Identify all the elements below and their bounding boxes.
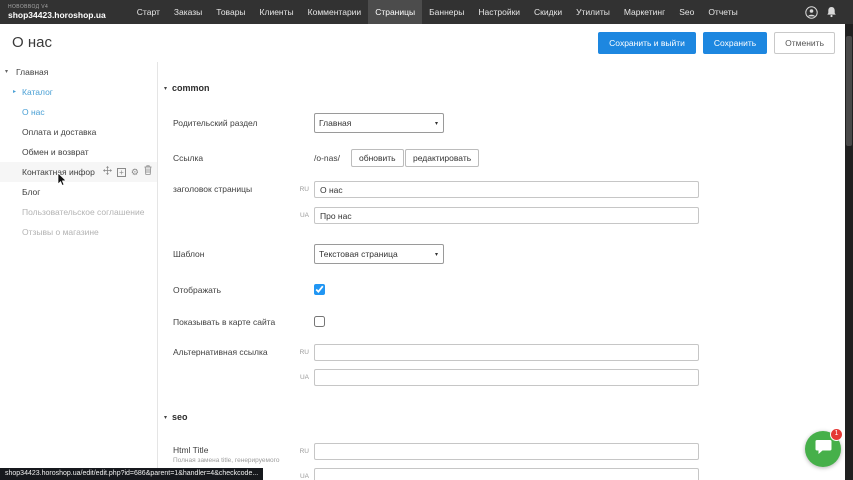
nav-item-orders[interactable]: Заказы — [167, 0, 209, 24]
display-label: Отображать — [173, 284, 221, 296]
page-title-ua-input[interactable] — [314, 207, 699, 224]
scrollbar-thumb[interactable] — [846, 36, 852, 146]
user-avatar-icon[interactable] — [805, 6, 818, 19]
tree-item-label: О нас — [22, 107, 45, 117]
html-title-hint: Полная замена title, генерируемого — [173, 457, 279, 464]
nav-item-pages[interactable]: Страницы — [368, 0, 422, 24]
page-edit-form: ▾ common Родительский раздел Главная ▾ С… — [159, 62, 845, 480]
section-seo-toggle[interactable]: ▾ seo — [164, 411, 188, 423]
link-edit-button[interactable]: редактировать — [405, 149, 479, 167]
tree-item-blog[interactable]: Блог — [0, 182, 157, 202]
parent-section-select[interactable]: Главная — [314, 113, 444, 133]
chat-unread-badge: 1 — [830, 428, 843, 441]
caret-right-icon[interactable]: ▸ — [13, 82, 16, 102]
cancel-button[interactable]: Отменить — [774, 32, 835, 54]
nav-item-utilities[interactable]: Утилиты — [569, 0, 617, 24]
tree-item-about-active[interactable]: О нас — [0, 102, 157, 122]
nav-item-seo[interactable]: Seo — [672, 0, 701, 24]
nav-item-marketing[interactable]: Маркетинг — [617, 0, 672, 24]
status-bar-url: shop34423.horoshop.ua/edit/edit.php?id=6… — [0, 468, 263, 480]
tree-item-exchange-return[interactable]: Обмен и возврат — [0, 142, 157, 162]
sitemap-checkbox[interactable] — [314, 316, 325, 327]
html-title-ua-input[interactable] — [314, 468, 699, 480]
lang-ua-tag: UA — [289, 468, 309, 480]
tree-item-label: Контактная инфор — [22, 167, 95, 177]
nav-item-start[interactable]: Старт — [130, 0, 167, 24]
header-buttons: Сохранить и выйти Сохранить Отменить — [598, 32, 835, 54]
sitemap-label: Показывать в карте сайта — [173, 316, 275, 328]
section-common-title: common — [172, 83, 210, 93]
display-checkbox[interactable] — [314, 284, 325, 295]
nav-item-products[interactable]: Товары — [209, 0, 252, 24]
template-select[interactable]: Текстовая страница — [314, 244, 444, 264]
pages-tree-sidebar: ▾ Главная ▸ Каталог О нас Оплата и доста… — [0, 62, 158, 480]
alt-link-label: Альтернативная ссылка — [173, 344, 268, 361]
nav-item-settings[interactable]: Настройки — [471, 0, 527, 24]
html-title-label: Html Title Полная замена title, генериру… — [173, 445, 279, 464]
nav-menu: Старт Заказы Товары Клиенты Комментарии … — [130, 0, 745, 24]
lang-ua-tag: UA — [289, 369, 309, 386]
tree-item-payment-delivery[interactable]: Оплата и доставка — [0, 122, 157, 142]
tree-item-catalog[interactable]: ▸ Каталог — [0, 82, 157, 102]
html-title-ru-input[interactable] — [314, 443, 699, 460]
html-title-label-text: Html Title — [173, 445, 208, 455]
link-label: Ссылка — [173, 150, 203, 166]
page-header: О нас Сохранить и выйти Сохранить Отмени… — [0, 24, 845, 62]
nav-item-clients[interactable]: Клиенты — [253, 0, 301, 24]
alt-link-ua-input[interactable] — [314, 369, 699, 386]
nav-item-comments[interactable]: Комментарии — [301, 0, 369, 24]
section-common-toggle[interactable]: ▾ common — [164, 82, 210, 94]
lang-ru-tag: RU — [289, 443, 309, 460]
tree-item-label: Главная — [16, 67, 48, 77]
gear-icon[interactable]: ⚙ — [131, 168, 139, 177]
lang-ru-tag: RU — [289, 344, 309, 361]
page-title-label: заголовок страницы — [173, 181, 252, 198]
tree-item-actions: + ⚙ — [103, 162, 152, 182]
brand-domain: shop34423.horoshop.ua — [8, 11, 106, 20]
tree-item-home[interactable]: ▾ Главная — [0, 62, 157, 82]
page-title: О нас — [12, 34, 52, 51]
save-button[interactable]: Сохранить — [703, 32, 767, 54]
vertical-scrollbar[interactable] — [845, 24, 853, 480]
lang-ua-tag: UA — [289, 207, 309, 224]
template-select-wrap: Текстовая страница ▾ — [314, 244, 444, 264]
chat-bubble-icon — [815, 439, 832, 460]
page-title-ru-input[interactable] — [314, 181, 699, 198]
navbar-icons — [805, 0, 837, 24]
link-value: /o-nas/ — [314, 150, 340, 166]
link-refresh-button[interactable]: обновить — [351, 149, 404, 167]
parent-section-select-wrap: Главная ▾ — [314, 113, 444, 133]
bell-icon[interactable] — [826, 6, 837, 18]
save-and-exit-button[interactable]: Сохранить и выйти — [598, 32, 696, 54]
nav-item-discounts[interactable]: Скидки — [527, 0, 569, 24]
nav-item-reports[interactable]: Отчеты — [701, 0, 744, 24]
tree-item-label: Каталог — [22, 87, 53, 97]
caret-down-icon: ▾ — [164, 414, 167, 421]
caret-down-icon[interactable]: ▾ — [5, 62, 8, 82]
top-navbar: НОВОВВОД V4 shop34423.horoshop.ua Старт … — [0, 0, 853, 24]
tree-item-contact-info[interactable]: Контактная инфор + ⚙ — [0, 162, 157, 182]
tree-item-shop-reviews[interactable]: Отзывы о магазине — [0, 222, 157, 242]
brand-version-label: НОВОВВОД V4 — [8, 5, 106, 10]
nav-item-banners[interactable]: Баннеры — [422, 0, 471, 24]
caret-down-icon: ▾ — [164, 85, 167, 92]
template-label: Шаблон — [173, 244, 204, 264]
trash-icon[interactable] — [144, 162, 152, 182]
add-page-icon[interactable]: + — [117, 168, 126, 177]
lang-ru-tag: RU — [289, 181, 309, 198]
tree-item-label: Обмен и возврат — [22, 147, 89, 157]
move-icon[interactable] — [103, 162, 112, 182]
tree-item-user-agreement[interactable]: Пользовательское соглашение — [0, 202, 157, 222]
tree-item-label: Оплата и доставка — [22, 127, 96, 137]
section-seo-title: seo — [172, 412, 188, 422]
alt-link-ru-input[interactable] — [314, 344, 699, 361]
tree-item-label: Пользовательское соглашение — [22, 207, 144, 217]
parent-section-label: Родительский раздел — [173, 113, 257, 133]
chat-widget-button[interactable]: 1 — [805, 431, 841, 467]
brand-logo[interactable]: НОВОВВОД V4 shop34423.horoshop.ua — [8, 5, 106, 20]
tree-item-label: Блог — [22, 187, 40, 197]
tree-item-label: Отзывы о магазине — [22, 227, 99, 237]
